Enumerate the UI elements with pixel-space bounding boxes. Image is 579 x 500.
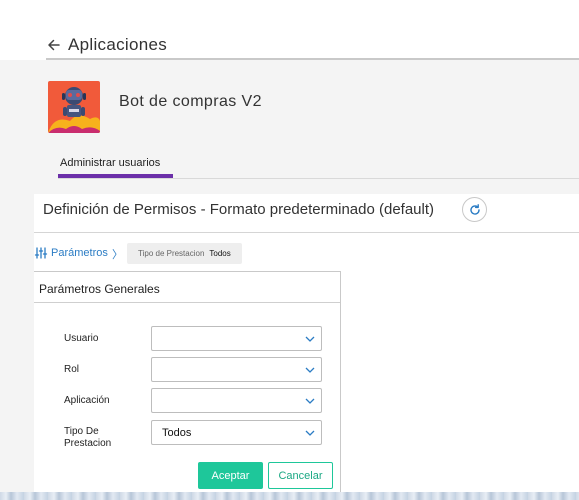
chevron-down-icon <box>305 336 315 342</box>
rol-select[interactable] <box>151 357 322 382</box>
filter-chip[interactable]: Tipo de Prestacion Todos <box>127 243 242 264</box>
chevron-down-icon <box>305 367 315 373</box>
field-label-rol: Rol <box>64 364 80 375</box>
parameters-toggle[interactable]: Parámetros <box>34 246 108 260</box>
chevron-down-icon <box>305 398 315 404</box>
chip-key: Tipo de Prestacion <box>138 249 205 258</box>
refresh-button[interactable] <box>462 197 487 222</box>
robot-avatar-icon <box>48 81 100 133</box>
field-label-aplicacion: Aplicación <box>64 395 110 406</box>
app-name: Bot de compras V2 <box>119 93 262 110</box>
arrow-left-icon[interactable] <box>46 37 62 53</box>
field-label-tipo-prestacion: Tipo De Prestacion <box>64 426 112 449</box>
accept-button[interactable]: Aceptar <box>198 462 263 489</box>
field-label-usuario: Usuario <box>64 333 99 344</box>
background-image-strip <box>0 492 579 500</box>
refresh-icon <box>470 204 480 215</box>
card-divider <box>34 302 340 303</box>
tipo-prestacion-select[interactable]: Todos <box>151 420 322 445</box>
cancel-button[interactable]: Cancelar <box>268 462 333 489</box>
permissions-divider <box>34 232 579 233</box>
page-title: Aplicaciones <box>68 35 168 54</box>
parameters-label: Parámetros <box>51 247 108 259</box>
tab-divider <box>58 178 579 179</box>
usuario-select[interactable] <box>151 326 322 351</box>
chevron-right-icon: 〉 <box>112 249 123 261</box>
chevron-down-icon <box>305 430 315 436</box>
chip-value: Todos <box>209 249 231 258</box>
card-title: Parámetros Generales <box>39 282 160 296</box>
tab-administrar-usuarios[interactable]: Administrar usuarios <box>60 157 160 169</box>
sliders-icon <box>34 247 48 259</box>
permissions-title: Definición de Permisos - Formato predete… <box>43 201 435 218</box>
select-value: Todos <box>162 427 192 439</box>
aplicacion-select[interactable] <box>151 388 322 413</box>
